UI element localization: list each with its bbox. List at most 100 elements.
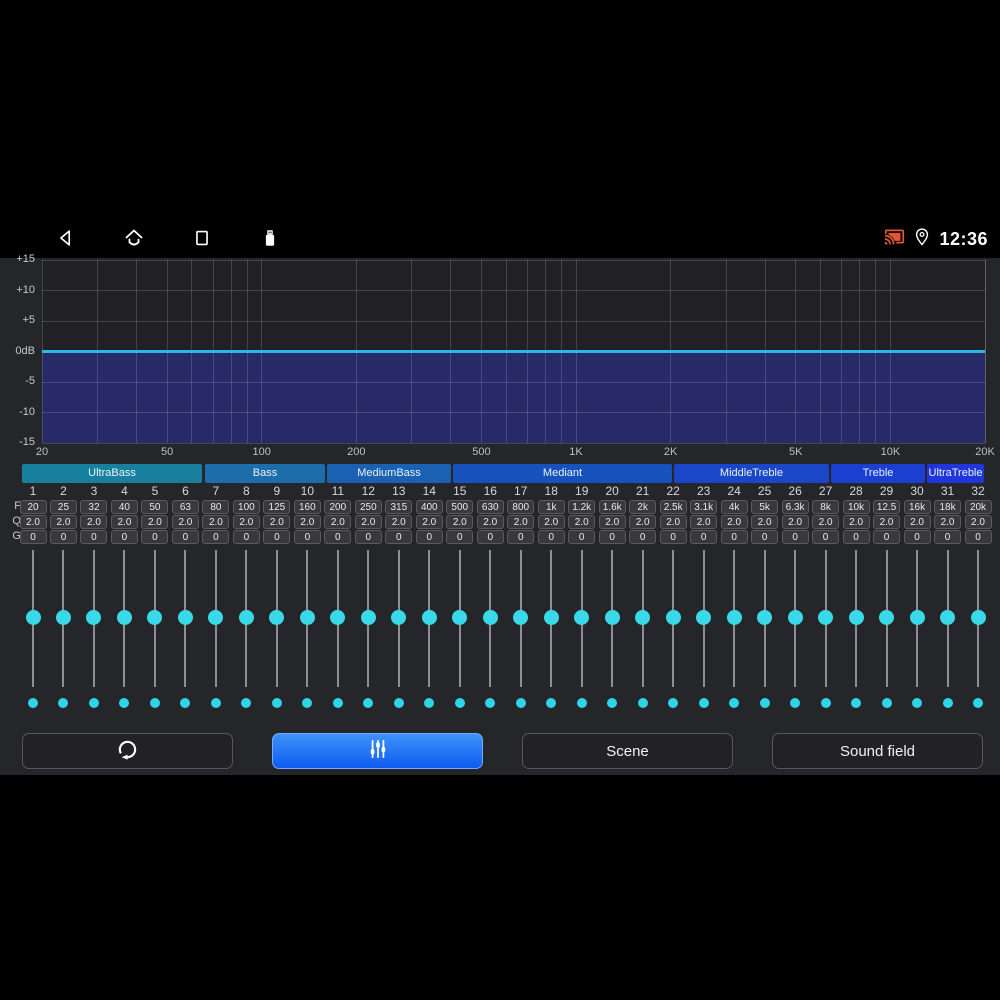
gain-value[interactable]: 0 (964, 530, 992, 544)
freq-value[interactable]: 8k (812, 500, 840, 514)
channel-dot[interactable] (393, 698, 404, 708)
gain-value[interactable]: 0 (659, 530, 687, 544)
channel-dot[interactable] (485, 698, 496, 708)
q-value[interactable]: 2.0 (171, 515, 199, 529)
gain-value[interactable]: 0 (263, 530, 291, 544)
slider-handle[interactable] (299, 609, 315, 625)
freq-value[interactable]: 1.6k (598, 500, 626, 514)
slider-handle[interactable] (55, 609, 71, 625)
slider-handle[interactable] (543, 609, 559, 625)
q-value[interactable]: 2.0 (141, 515, 169, 529)
q-value[interactable]: 2.0 (385, 515, 413, 529)
usb-button[interactable] (258, 227, 282, 251)
freq-value[interactable]: 20k (964, 500, 992, 514)
slider-handle[interactable] (238, 609, 254, 625)
freq-value[interactable]: 50 (141, 500, 169, 514)
slider-handle[interactable] (513, 609, 529, 625)
gain-value[interactable]: 0 (324, 530, 352, 544)
slider-handle[interactable] (391, 609, 407, 625)
slider-handle[interactable] (909, 609, 925, 625)
channel-dot[interactable] (942, 698, 953, 708)
slider-handle[interactable] (330, 609, 346, 625)
equalizer-button[interactable] (272, 733, 483, 769)
freq-value[interactable]: 80 (202, 500, 230, 514)
gain-value[interactable]: 0 (598, 530, 626, 544)
channel-dot[interactable] (729, 698, 740, 708)
freq-value[interactable]: 3.1k (690, 500, 718, 514)
slider-handle[interactable] (269, 609, 285, 625)
freq-value[interactable]: 63 (171, 500, 199, 514)
freq-value[interactable]: 5k (751, 500, 779, 514)
gain-value[interactable]: 0 (537, 530, 565, 544)
channel-dot[interactable] (119, 698, 130, 708)
channel-dot[interactable] (759, 698, 770, 708)
q-value[interactable]: 2.0 (598, 515, 626, 529)
slider-handle[interactable] (452, 609, 468, 625)
channel-dot[interactable] (271, 698, 282, 708)
gain-value[interactable]: 0 (781, 530, 809, 544)
q-value[interactable]: 2.0 (964, 515, 992, 529)
gain-value[interactable]: 0 (141, 530, 169, 544)
gain-value[interactable]: 0 (110, 530, 138, 544)
channel-dot[interactable] (58, 698, 69, 708)
slider-handle[interactable] (116, 609, 132, 625)
q-value[interactable]: 2.0 (49, 515, 77, 529)
q-value[interactable]: 2.0 (446, 515, 474, 529)
channel-dot[interactable] (210, 698, 221, 708)
q-value[interactable]: 2.0 (812, 515, 840, 529)
freq-value[interactable]: 32 (80, 500, 108, 514)
gain-value[interactable]: 0 (385, 530, 413, 544)
freq-value[interactable]: 16k (903, 500, 931, 514)
freq-value[interactable]: 12.5 (873, 500, 901, 514)
channel-dot[interactable] (241, 698, 252, 708)
slider-handle[interactable] (360, 609, 376, 625)
freq-value[interactable]: 20 (19, 500, 47, 514)
slider-handle[interactable] (818, 609, 834, 625)
q-value[interactable]: 2.0 (842, 515, 870, 529)
slider-handle[interactable] (635, 609, 651, 625)
gain-value[interactable]: 0 (720, 530, 748, 544)
freq-value[interactable]: 160 (293, 500, 321, 514)
channel-dot[interactable] (454, 698, 465, 708)
q-value[interactable]: 2.0 (263, 515, 291, 529)
q-value[interactable]: 2.0 (568, 515, 596, 529)
gain-value[interactable]: 0 (690, 530, 718, 544)
gain-value[interactable]: 0 (202, 530, 230, 544)
q-value[interactable]: 2.0 (476, 515, 504, 529)
channel-dot[interactable] (881, 698, 892, 708)
slider-handle[interactable] (147, 609, 163, 625)
q-value[interactable]: 2.0 (80, 515, 108, 529)
gain-value[interactable]: 0 (934, 530, 962, 544)
q-value[interactable]: 2.0 (873, 515, 901, 529)
channel-dot[interactable] (180, 698, 191, 708)
channel-dot[interactable] (88, 698, 99, 708)
q-value[interactable]: 2.0 (751, 515, 779, 529)
channel-dot[interactable] (790, 698, 801, 708)
q-value[interactable]: 2.0 (629, 515, 657, 529)
channel-dot[interactable] (424, 698, 435, 708)
back-button[interactable] (54, 227, 78, 251)
q-value[interactable]: 2.0 (19, 515, 47, 529)
scene-button[interactable]: Scene (522, 733, 733, 769)
slider-handle[interactable] (696, 609, 712, 625)
gain-value[interactable]: 0 (507, 530, 535, 544)
slider-handle[interactable] (757, 609, 773, 625)
slider-handle[interactable] (421, 609, 437, 625)
slider-handle[interactable] (879, 609, 895, 625)
gain-value[interactable]: 0 (751, 530, 779, 544)
gain-value[interactable]: 0 (293, 530, 321, 544)
channel-dot[interactable] (607, 698, 618, 708)
q-value[interactable]: 2.0 (202, 515, 230, 529)
gain-value[interactable]: 0 (19, 530, 47, 544)
channel-dot[interactable] (973, 698, 983, 708)
q-value[interactable]: 2.0 (690, 515, 718, 529)
channel-dot[interactable] (546, 698, 557, 708)
freq-value[interactable]: 25 (49, 500, 77, 514)
freq-value[interactable]: 630 (476, 500, 504, 514)
slider-handle[interactable] (25, 609, 41, 625)
gain-value[interactable]: 0 (476, 530, 504, 544)
freq-value[interactable]: 125 (263, 500, 291, 514)
q-value[interactable]: 2.0 (781, 515, 809, 529)
q-value[interactable]: 2.0 (659, 515, 687, 529)
channel-dot[interactable] (637, 698, 648, 708)
